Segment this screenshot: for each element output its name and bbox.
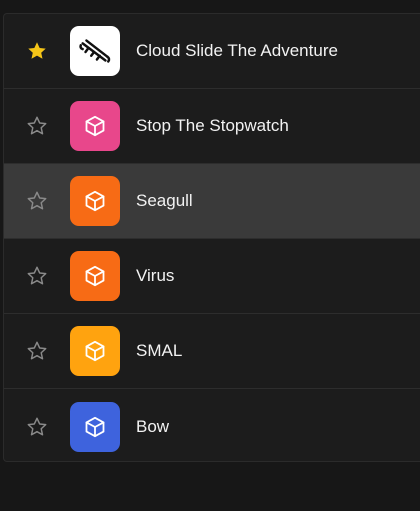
project-list: Cloud Slide The Adventure Stop The Stopw… [3, 13, 420, 462]
item-label: Virus [136, 266, 175, 285]
cube-icon [70, 326, 120, 376]
item-label: Cloud Slide The Adventure [136, 41, 338, 60]
item-label: SMAL [136, 341, 183, 360]
star-outline-icon[interactable] [26, 416, 48, 438]
list-item[interactable]: Cloud Slide The Adventure [4, 14, 420, 89]
cube-icon [70, 176, 120, 226]
star-outline-icon[interactable] [26, 190, 48, 212]
item-label: Bow [136, 416, 170, 436]
star-outline-icon[interactable] [26, 265, 48, 287]
star-outline-icon[interactable] [26, 115, 48, 137]
item-label: Seagull [136, 191, 193, 210]
cube-icon [70, 101, 120, 151]
list-item[interactable]: Seagull [4, 164, 420, 239]
list-item[interactable]: Virus [4, 239, 420, 314]
item-label: Stop The Stopwatch [136, 116, 289, 135]
cube-icon [70, 401, 120, 452]
cube-icon [70, 251, 120, 301]
star-filled-icon[interactable] [26, 40, 48, 62]
list-item[interactable]: Bow [4, 389, 420, 461]
list-item[interactable]: Stop The Stopwatch [4, 89, 420, 164]
star-outline-icon[interactable] [26, 340, 48, 362]
list-item[interactable]: SMAL [4, 314, 420, 389]
sled-icon [70, 26, 120, 76]
